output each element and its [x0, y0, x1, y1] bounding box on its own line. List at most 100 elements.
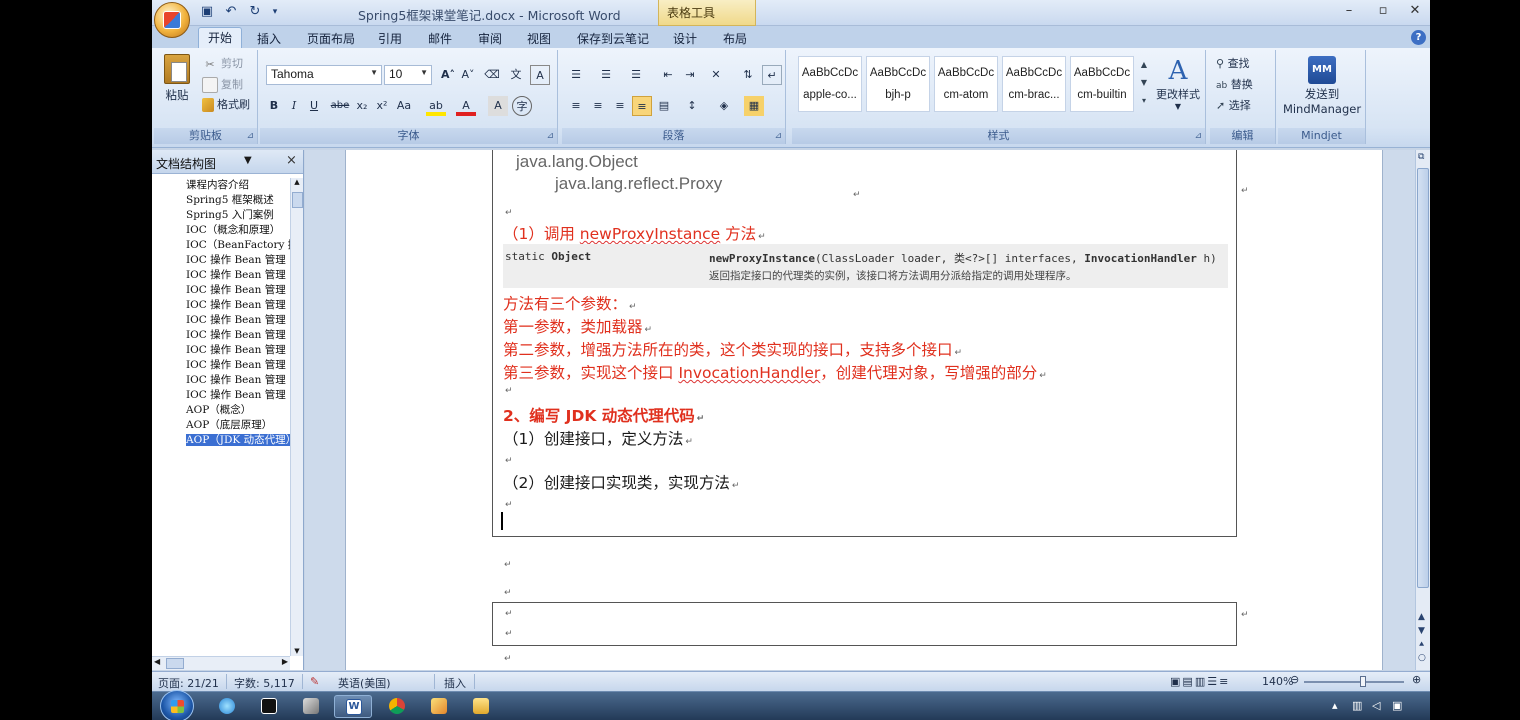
- document-map-item[interactable]: IOC 操作 Bean 管理（: [152, 283, 290, 298]
- increase-indent-icon[interactable]: ⇥: [680, 65, 700, 85]
- scroll-right-icon[interactable]: ▶: [282, 657, 288, 666]
- undo-icon[interactable]: ↶: [222, 4, 240, 20]
- zoom-out-icon[interactable]: ⊖: [1290, 673, 1299, 686]
- zoom-slider-thumb[interactable]: [1360, 676, 1366, 687]
- paste-button[interactable]: 粘贴: [160, 54, 194, 103]
- font-family-combo[interactable]: Tahoma ▼: [266, 65, 382, 85]
- document-map-item[interactable]: AOP（底层原理）: [152, 418, 290, 433]
- cut-button[interactable]: ✂ 剪切: [202, 55, 243, 73]
- tray-action-icon[interactable]: ▣: [1392, 699, 1404, 712]
- change-styles-button[interactable]: A 更改样式 ▼: [1154, 56, 1202, 111]
- find-button[interactable]: ⚲ 查找: [1216, 55, 1250, 73]
- document-map-item[interactable]: Spring5 框架概述: [152, 193, 290, 208]
- document-map-item[interactable]: Spring5 入门案例: [152, 208, 290, 223]
- proofing-icon[interactable]: ✎: [310, 675, 319, 688]
- document-map-item[interactable]: AOP（概念）: [152, 403, 290, 418]
- document-map-item[interactable]: 课程内容介绍: [152, 178, 290, 193]
- clear-formatting-icon[interactable]: ⌫: [482, 65, 502, 85]
- chevron-down-icon[interactable]: ▼: [244, 155, 252, 166]
- scroll-down-icon[interactable]: ▼: [1418, 626, 1425, 636]
- draft-icon[interactable]: ≡: [1219, 675, 1230, 688]
- select-browse-object-icon[interactable]: ○: [1418, 653, 1426, 663]
- change-case-icon[interactable]: Aa: [394, 96, 414, 116]
- distributed-icon[interactable]: ▤: [654, 96, 674, 116]
- previous-page-icon[interactable]: ⯅: [1418, 640, 1425, 650]
- taskbar-app[interactable]: [292, 695, 330, 718]
- scroll-up-icon[interactable]: ▲: [291, 178, 303, 186]
- zoom-slider[interactable]: [1304, 681, 1404, 683]
- character-shading-icon[interactable]: A: [488, 96, 508, 116]
- character-border-icon[interactable]: A: [530, 65, 550, 85]
- line-spacing-icon[interactable]: ↕: [682, 96, 702, 116]
- sort-icon[interactable]: ⇅: [738, 65, 758, 85]
- document-map-item[interactable]: IOC 操作 Bean 管理（: [152, 298, 290, 313]
- document-map-item[interactable]: IOC（BeanFactory 接: [152, 238, 290, 253]
- underline-icon[interactable]: U: [304, 96, 324, 116]
- borders-icon[interactable]: ▦: [744, 96, 764, 116]
- select-button[interactable]: ➚ 选择: [1216, 97, 1251, 115]
- customize-qat-icon[interactable]: ▾: [270, 4, 280, 20]
- taskbar-chrome[interactable]: [378, 695, 416, 718]
- justify-icon[interactable]: ≡: [632, 96, 652, 116]
- document-map-item[interactable]: IOC 操作 Bean 管理（: [152, 253, 290, 268]
- web-layout-icon[interactable]: ▥: [1195, 675, 1207, 688]
- table-cell-empty[interactable]: ↵ ↵: [492, 602, 1237, 646]
- format-painter-button[interactable]: 格式刷: [202, 96, 250, 114]
- numbering-icon[interactable]: ☰: [596, 65, 616, 85]
- align-center-icon[interactable]: ≡: [588, 96, 608, 116]
- document-map-item[interactable]: IOC 操作 Bean 管理（: [152, 313, 290, 328]
- dialog-launcher-icon[interactable]: ⊿: [774, 131, 782, 141]
- bold-icon[interactable]: B: [264, 96, 284, 116]
- replace-button[interactable]: ab 替换: [1216, 76, 1253, 94]
- close-icon[interactable]: ×: [286, 153, 297, 168]
- style-cm-atom[interactable]: AaBbCcDc cm-atom: [934, 56, 998, 112]
- tray-network-icon[interactable]: ▥: [1352, 699, 1364, 712]
- view-buttons[interactable]: ▣▤▥☰≡: [1170, 675, 1230, 688]
- style-apple-co[interactable]: AaBbCcDc apple-co...: [798, 56, 862, 112]
- font-size-combo[interactable]: 10 ▼: [384, 65, 432, 85]
- dialog-launcher-icon[interactable]: ⊿: [546, 131, 554, 141]
- minimize-button[interactable]: –: [1338, 3, 1360, 18]
- taskbar-ie[interactable]: [208, 695, 246, 718]
- scroll-left-icon[interactable]: ◀: [154, 657, 160, 666]
- tab-design[interactable]: 设计: [664, 29, 706, 48]
- tab-layout[interactable]: 布局: [714, 29, 756, 48]
- tab-view[interactable]: 视图: [518, 29, 560, 48]
- highlight-icon[interactable]: ab: [426, 96, 446, 116]
- style-bjh-p[interactable]: AaBbCcDc bjh-p: [866, 56, 930, 112]
- style-cm-brac[interactable]: AaBbCcDc cm-brac...: [1002, 56, 1066, 112]
- document-map-item[interactable]: IOC 操作 Bean 管理（: [152, 328, 290, 343]
- style-cm-builtin[interactable]: AaBbCcDc cm-builtin: [1070, 56, 1134, 112]
- scroll-up-icon[interactable]: ▲: [1418, 612, 1425, 622]
- table-cell-main[interactable]: java.lang.Object java.lang.reflect.Proxy…: [492, 150, 1237, 537]
- document-map-item[interactable]: IOC 操作 Bean 管理（: [152, 268, 290, 283]
- document-map-item[interactable]: IOC 操作 Bean 管理（: [152, 343, 290, 358]
- zoom-level[interactable]: 140%: [1262, 675, 1293, 688]
- outline-icon[interactable]: ☰: [1207, 675, 1219, 688]
- tab-insert[interactable]: 插入: [248, 29, 290, 48]
- taskbar-tool[interactable]: [420, 695, 458, 718]
- print-layout-icon[interactable]: ▣: [1170, 675, 1182, 688]
- italic-icon[interactable]: I: [284, 96, 304, 116]
- page-indicator[interactable]: 页面: 21/21: [158, 675, 219, 691]
- styles-scroll[interactable]: ▲ ▼ ▾: [1138, 56, 1150, 112]
- start-button[interactable]: [160, 690, 194, 720]
- document-map-hscroll[interactable]: ◀ ▶: [152, 656, 290, 670]
- scroll-thumb[interactable]: [1417, 168, 1429, 588]
- dialog-launcher-icon[interactable]: ⊿: [1194, 131, 1202, 141]
- close-button[interactable]: ✕: [1404, 3, 1426, 18]
- taskbar-explorer[interactable]: [462, 695, 500, 718]
- tab-references[interactable]: 引用: [369, 29, 411, 48]
- shading-icon[interactable]: ◈: [714, 96, 734, 116]
- tab-mailings[interactable]: 邮件: [419, 29, 461, 48]
- word-count[interactable]: 字数: 5,117: [234, 675, 295, 691]
- document-page[interactable]: java.lang.Object java.lang.reflect.Proxy…: [345, 150, 1383, 670]
- send-to-mindmanager-button[interactable]: MM 发送到 MindManager: [1280, 56, 1364, 116]
- decrease-indent-icon[interactable]: ⇤: [658, 65, 678, 85]
- insert-mode[interactable]: 插入: [444, 675, 466, 691]
- bullets-icon[interactable]: ☰: [566, 65, 586, 85]
- restore-button[interactable]: ▫: [1372, 3, 1394, 18]
- show-marks-icon[interactable]: ↵: [762, 65, 782, 85]
- tab-home[interactable]: 开始: [198, 27, 243, 48]
- full-screen-icon[interactable]: ▤: [1182, 675, 1194, 688]
